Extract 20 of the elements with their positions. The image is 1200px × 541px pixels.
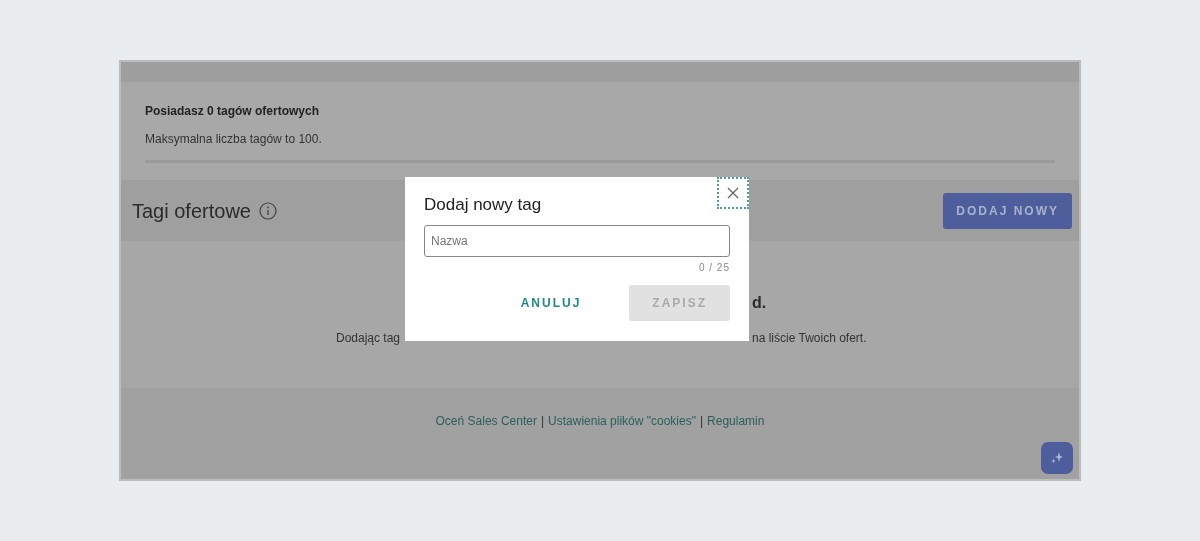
close-button[interactable] <box>717 177 749 209</box>
dialog-title: Dodaj nowy tag <box>424 195 543 216</box>
add-new-button[interactable]: DODAJ NOWY <box>943 192 1072 229</box>
info-icon[interactable] <box>258 201 277 220</box>
sparkle-icon <box>1050 451 1064 465</box>
empty-text: na liście Twoich ofert. <box>752 330 868 347</box>
empty-heading: d. <box>752 293 768 313</box>
summary-text: Maksymalna liczba tagów to 100. <box>145 131 323 148</box>
page-title: Tagi ofertowe <box>132 198 251 223</box>
separator: | <box>699 413 704 430</box>
footer-link[interactable]: Regulamin <box>707 412 765 479</box>
character-counter: 0 / 25 <box>697 261 730 276</box>
empty-text: Dodając tag <box>336 330 402 347</box>
separator: | <box>540 413 545 430</box>
summary-title: Posiadasz 0 tagów ofertowych <box>145 103 321 120</box>
close-icon <box>727 187 739 199</box>
footer-link[interactable]: Oceń Sales Center <box>435 412 537 479</box>
name-field[interactable]: Nazwa <box>424 225 730 258</box>
footer-link[interactable]: Ustawienia plików "cookies" <box>548 412 696 479</box>
sparkle-button[interactable] <box>1041 442 1073 474</box>
